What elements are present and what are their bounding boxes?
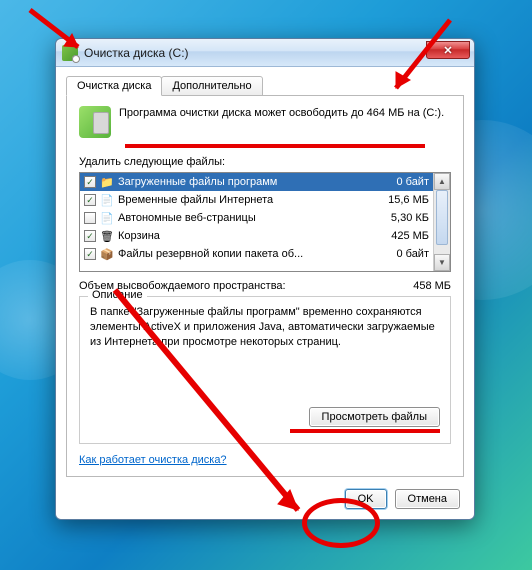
- file-type-icon: 🗑: [100, 229, 114, 243]
- close-button[interactable]: ✕: [426, 41, 470, 59]
- disk-cleanup-large-icon: [79, 106, 111, 138]
- file-checkbox[interactable]: ✓: [84, 176, 96, 188]
- annotation-underline-1: [125, 144, 425, 148]
- file-name: Временные файлы Интернета: [118, 194, 365, 206]
- cancel-button[interactable]: Отмена: [395, 489, 460, 509]
- disk-cleanup-window: Очистка диска (C:) ✕ Очистка диска Допол…: [55, 38, 475, 520]
- annotation-underline-2: [290, 429, 440, 433]
- file-type-icon: 📄: [100, 193, 114, 207]
- close-icon: ✕: [443, 44, 452, 57]
- file-type-icon: 📁: [100, 175, 114, 189]
- file-checkbox[interactable]: ✓: [84, 248, 96, 260]
- window-content: Очистка диска Дополнительно Программа оч…: [56, 67, 474, 519]
- tab-body: Программа очистки диска может освободить…: [66, 96, 464, 477]
- description-text: В папке "Загруженные файлы программ" вре…: [90, 305, 440, 401]
- file-row[interactable]: ✓ 📁 Загруженные файлы программ 0 байт: [80, 173, 433, 191]
- intro-row: Программа очистки диска может освободить…: [79, 106, 451, 138]
- dialog-buttons: OK Отмена: [66, 489, 464, 509]
- file-row[interactable]: ✓ 📦 Файлы резервной копии пакета об... 0 ба…: [80, 245, 433, 263]
- scroll-track[interactable]: [434, 190, 450, 254]
- file-checkbox[interactable]: [84, 212, 96, 224]
- file-name: Автономные веб-страницы: [118, 212, 365, 224]
- file-row[interactable]: ✓ 🗑 Корзина 425 МБ: [80, 227, 433, 245]
- intro-text: Программа очистки диска может освободить…: [119, 106, 444, 138]
- disk-cleanup-icon: [62, 45, 78, 61]
- file-size: 0 байт: [369, 248, 429, 260]
- file-size: 15,6 МБ: [369, 194, 429, 206]
- file-name: Корзина: [118, 230, 365, 242]
- tab-strip: Очистка диска Дополнительно: [66, 75, 464, 96]
- titlebar[interactable]: Очистка диска (C:) ✕: [56, 39, 474, 67]
- file-type-icon: 📦: [100, 247, 114, 261]
- scroll-thumb[interactable]: [436, 190, 448, 245]
- how-it-works-link[interactable]: Как работает очистка диска?: [79, 454, 227, 466]
- file-row[interactable]: ✓ 📄 Временные файлы Интернета 15,6 МБ: [80, 191, 433, 209]
- list-label: Удалить следующие файлы:: [79, 156, 451, 168]
- file-name: Загруженные файлы программ: [118, 176, 365, 188]
- file-size: 425 МБ: [369, 230, 429, 242]
- file-checkbox[interactable]: ✓: [84, 230, 96, 242]
- total-value: 458 МБ: [413, 280, 451, 292]
- ok-button[interactable]: OK: [345, 489, 387, 509]
- file-name: Файлы резервной копии пакета об...: [118, 248, 365, 260]
- tab-more-options[interactable]: Дополнительно: [161, 76, 262, 96]
- files-listbox[interactable]: ✓ 📁 Загруженные файлы программ 0 байт ✓ 📄 Врем…: [79, 172, 451, 272]
- file-type-icon: 📄: [100, 211, 114, 225]
- description-legend: Описание: [88, 289, 147, 301]
- scroll-up-button[interactable]: ▲: [434, 173, 450, 190]
- scrollbar[interactable]: ▲ ▼: [433, 173, 450, 271]
- description-group: Описание В папке "Загруженные файлы прог…: [79, 296, 451, 444]
- window-title: Очистка диска (C:): [84, 46, 189, 60]
- view-files-button[interactable]: Просмотреть файлы: [309, 407, 440, 427]
- scroll-down-button[interactable]: ▼: [434, 254, 450, 271]
- file-row[interactable]: 📄 Автономные веб-страницы 5,30 КБ: [80, 209, 433, 227]
- file-size: 5,30 КБ: [369, 212, 429, 224]
- file-checkbox[interactable]: ✓: [84, 194, 96, 206]
- tab-cleanup[interactable]: Очистка диска: [66, 76, 162, 96]
- file-size: 0 байт: [369, 176, 429, 188]
